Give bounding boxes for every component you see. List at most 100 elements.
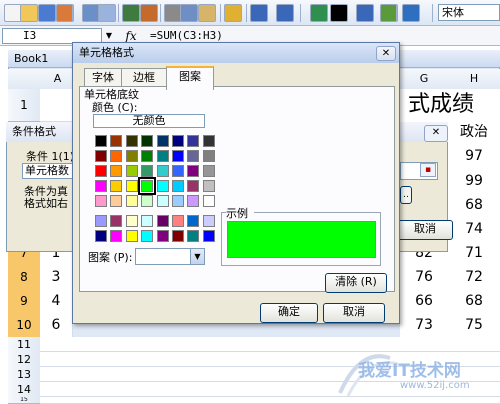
color-swatch-extra[interactable] [157, 215, 169, 227]
color-swatch-extra[interactable] [157, 230, 169, 242]
cancel-button[interactable]: 取消 [323, 303, 385, 323]
cell[interactable]: 71 [448, 241, 500, 266]
copy-icon[interactable] [180, 4, 198, 22]
print-preview-icon[interactable] [98, 4, 116, 22]
clear-button[interactable]: 清除 (R) [325, 273, 387, 293]
color-swatch-extra[interactable] [141, 230, 153, 242]
cell[interactable]: 97 [448, 144, 500, 170]
tab-font[interactable]: 字体 [84, 68, 122, 87]
select-all-corner[interactable] [8, 69, 41, 90]
color-swatch[interactable] [110, 180, 122, 192]
cell[interactable]: 72 [448, 265, 500, 290]
color-swatch[interactable] [95, 195, 107, 207]
no-color-button[interactable]: 无颜色 [93, 114, 205, 128]
paste-icon[interactable] [198, 4, 216, 22]
sort-ascending-icon[interactable] [356, 4, 374, 22]
color-swatch[interactable] [172, 180, 184, 192]
color-swatch-extra[interactable] [141, 215, 153, 227]
conditional-cancel-button[interactable]: 取消 [397, 220, 453, 240]
format-painter-icon[interactable] [224, 4, 242, 22]
row-header-9[interactable]: 9 [8, 289, 41, 314]
color-swatch-extra[interactable] [110, 215, 122, 227]
condition-type-select[interactable]: 单元格数 [22, 163, 74, 179]
color-swatch[interactable] [172, 150, 184, 162]
color-swatch[interactable] [187, 150, 199, 162]
open-icon[interactable] [20, 4, 38, 22]
cell[interactable]: 75 [448, 313, 500, 338]
cell-header-politics[interactable]: 政治 [448, 121, 500, 145]
color-swatch[interactable] [157, 135, 169, 147]
color-swatch-extra[interactable] [203, 230, 215, 242]
tab-border[interactable]: 边框 [121, 68, 167, 87]
research-icon[interactable] [140, 4, 158, 22]
cell[interactable]: 4 [40, 289, 73, 314]
color-swatch[interactable] [95, 180, 107, 192]
color-swatch[interactable] [187, 180, 199, 192]
color-swatch-extra[interactable] [95, 230, 107, 242]
pattern-dropdown-icon[interactable]: ▼ [190, 249, 204, 264]
tab-patterns[interactable]: 图案 [166, 66, 214, 90]
row-header-11[interactable]: 11 [8, 337, 41, 353]
column-header-g[interactable]: G [400, 69, 449, 90]
color-swatch[interactable] [126, 180, 138, 192]
color-swatch[interactable] [187, 135, 199, 147]
color-swatch[interactable] [187, 195, 199, 207]
cell[interactable]: 66 [400, 289, 449, 314]
color-swatch[interactable] [172, 135, 184, 147]
color-swatch-extra[interactable] [172, 215, 184, 227]
color-swatch[interactable] [172, 165, 184, 177]
spelling-icon[interactable] [122, 4, 140, 22]
cell[interactable]: 76 [400, 265, 449, 290]
color-swatch[interactable] [187, 165, 199, 177]
format-button-fragment[interactable]: .. [400, 186, 412, 204]
color-swatch[interactable] [172, 195, 184, 207]
hyperlink-icon[interactable] [310, 4, 328, 22]
color-swatch-extra[interactable] [203, 215, 215, 227]
ok-button[interactable]: 确定 [260, 303, 318, 323]
color-swatch-extra[interactable] [126, 230, 138, 242]
color-swatch[interactable] [126, 165, 138, 177]
color-swatch-selected[interactable] [138, 177, 156, 195]
conditional-format-close-icon[interactable]: ✕ [424, 125, 448, 142]
undo-icon[interactable] [250, 4, 268, 22]
autosum-icon[interactable] [330, 4, 348, 22]
color-swatch-extra[interactable] [187, 215, 199, 227]
row-header-13[interactable]: 13 [8, 367, 41, 383]
color-swatch[interactable] [126, 150, 138, 162]
color-swatch[interactable] [110, 135, 122, 147]
collapse-dialog-icon[interactable]: ▪︎ [420, 163, 436, 177]
color-swatch[interactable] [203, 195, 215, 207]
color-swatch[interactable] [157, 165, 169, 177]
font-name-box[interactable]: 宋体 [438, 4, 500, 21]
cell[interactable]: 68 [448, 289, 500, 314]
color-swatch[interactable] [203, 150, 215, 162]
color-swatch[interactable] [141, 165, 153, 177]
color-swatch[interactable] [95, 150, 107, 162]
color-swatch-extra[interactable] [95, 215, 107, 227]
redo-icon[interactable] [276, 4, 294, 22]
row-header-14[interactable]: 14 [8, 382, 41, 398]
color-swatch[interactable] [110, 150, 122, 162]
row-header-10[interactable]: 10 [8, 313, 41, 338]
color-swatch-extra[interactable] [172, 230, 184, 242]
column-header-a[interactable]: A [40, 69, 76, 90]
row-header-12[interactable]: 12 [8, 352, 41, 368]
color-swatch[interactable] [157, 195, 169, 207]
help-icon[interactable] [402, 4, 420, 22]
color-swatch-extra[interactable] [126, 215, 138, 227]
color-swatch[interactable] [110, 195, 122, 207]
dialog-close-icon[interactable]: ✕ [376, 46, 396, 61]
save-icon[interactable] [38, 4, 56, 22]
color-swatch[interactable] [95, 135, 107, 147]
cell[interactable]: 74 [448, 217, 500, 242]
row-header-1[interactable]: 1 [8, 89, 41, 122]
color-swatch[interactable] [126, 195, 138, 207]
color-swatch[interactable] [141, 195, 153, 207]
color-swatch[interactable] [203, 135, 215, 147]
color-swatch[interactable] [157, 150, 169, 162]
color-swatch-extra[interactable] [187, 230, 199, 242]
cell[interactable]: 73 [400, 313, 449, 338]
color-swatch[interactable] [141, 135, 153, 147]
color-swatch[interactable] [110, 165, 122, 177]
column-header-h[interactable]: H [448, 69, 500, 90]
